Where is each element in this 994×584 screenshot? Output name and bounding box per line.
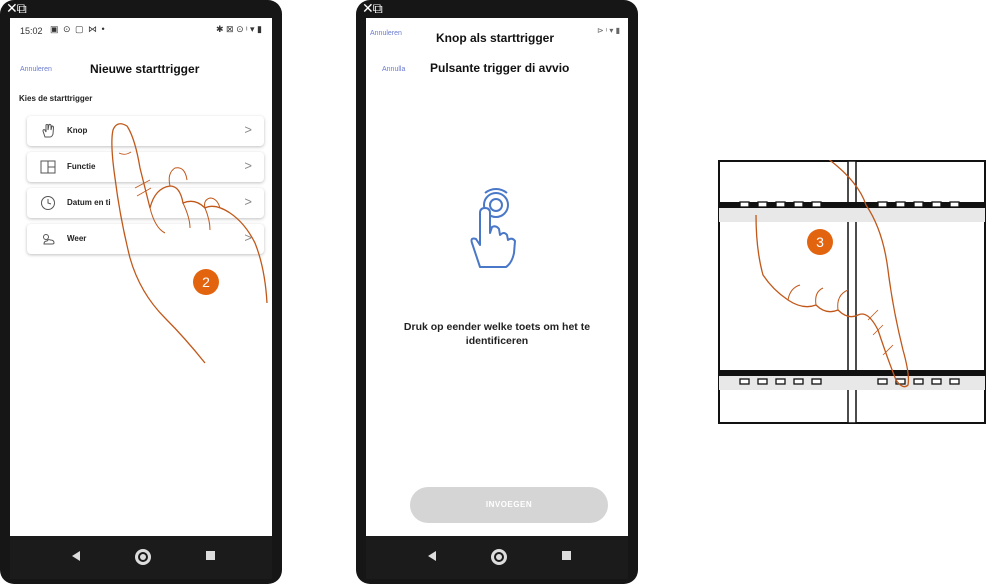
section-label: Kies de starttrigger	[19, 94, 93, 103]
cancel-link-overlay[interactable]: Annuleren	[370, 30, 402, 37]
status-left-icons: ▣ ⊙ ▢ ⋈ •	[50, 24, 106, 34]
page-title: Pulsante trigger di avvio	[430, 61, 570, 75]
clock-icon	[41, 196, 55, 210]
status-right-icons: ✱ ⊠ ⊙ ᵎ ▾ ▮	[215, 24, 262, 34]
pointing-hand-illustration	[111, 123, 268, 364]
step-badge-2: 2	[193, 269, 219, 295]
phone-top-icons: ✕⧉	[362, 1, 383, 17]
insert-button[interactable]: INVOEGEN	[410, 487, 608, 523]
back-icon[interactable]	[428, 551, 436, 561]
touch-icon	[470, 188, 516, 268]
step-badge-3: 3	[807, 229, 833, 255]
instruction-text: Druk op eender welke toets om het te ide…	[403, 321, 591, 347]
status-time: 15:02	[20, 26, 43, 36]
overlay-title: Knop als starttrigger	[436, 31, 555, 45]
cancel-link[interactable]: Annuleren	[20, 66, 52, 73]
status-bar: 15:02 ▣ ⊙ ▢ ⋈ • ✱ ⊠ ⊙ ᵎ ▾ ▮	[10, 18, 272, 42]
page-title: Nieuwe starttrigger	[90, 62, 200, 76]
upper-button-shadow	[719, 208, 985, 222]
recents-icon[interactable]	[562, 551, 571, 560]
phone-middle: ✕⧉ Annuleren Knop als starttrigger ⊳ ᵎ ▾…	[356, 0, 638, 584]
hand-icon	[42, 123, 55, 138]
home-icon[interactable]	[491, 549, 507, 565]
android-nav-bar	[366, 536, 628, 579]
back-icon[interactable]	[72, 551, 80, 561]
status-right-icons: ⊳ ᵎ ▾ ▮	[596, 26, 620, 35]
lower-button-edge	[719, 370, 985, 376]
wall-switch-illustration	[718, 160, 986, 424]
option-label: Weer	[67, 234, 87, 243]
overlay-title-box: Knop als starttrigger	[432, 25, 588, 53]
option-label: Functie	[67, 162, 96, 171]
weather-icon	[43, 234, 55, 245]
phone-top-icons: ✕⧉	[6, 1, 27, 17]
home-icon[interactable]	[135, 549, 151, 565]
cancel-link[interactable]: Annulla	[382, 66, 405, 73]
recents-icon[interactable]	[206, 551, 215, 560]
option-label: Knop	[67, 126, 88, 135]
function-icon	[40, 160, 56, 174]
screen-button-trigger: Annuleren Knop als starttrigger ⊳ ᵎ ▾ ▮ …	[366, 18, 628, 536]
android-nav-bar	[10, 536, 272, 579]
